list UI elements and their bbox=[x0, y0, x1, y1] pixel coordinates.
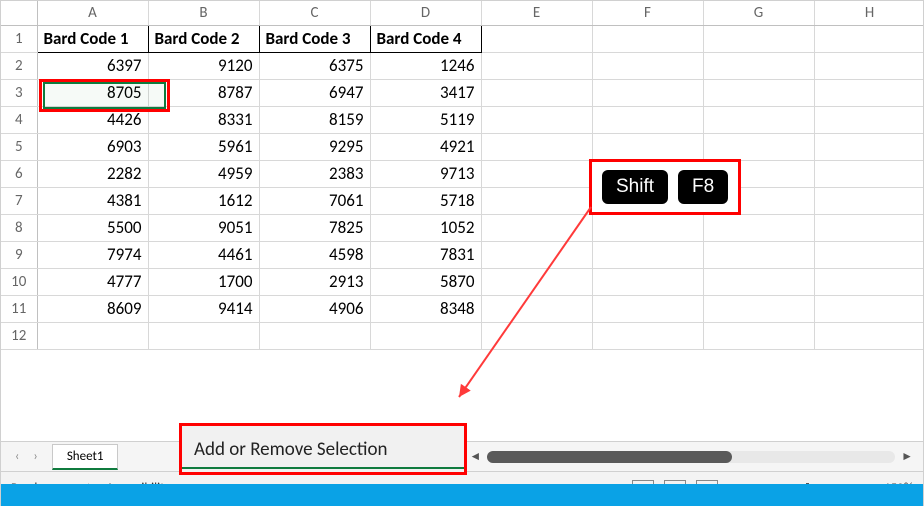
cell-A10[interactable]: 4777 bbox=[37, 268, 148, 295]
cell-C1[interactable]: Bard Code 3 bbox=[259, 25, 370, 52]
key-f8: F8 bbox=[678, 170, 728, 204]
cell-C5[interactable]: 9295 bbox=[259, 133, 370, 160]
select-all-corner[interactable] bbox=[1, 1, 37, 25]
cell-D2[interactable]: 1246 bbox=[370, 52, 481, 79]
cell-B8[interactable]: 9051 bbox=[148, 214, 259, 241]
row-header-10[interactable]: 10 bbox=[1, 268, 37, 295]
cell-B3[interactable]: 8787 bbox=[148, 79, 259, 106]
cell-D9[interactable]: 7831 bbox=[370, 241, 481, 268]
cell-C11[interactable]: 4906 bbox=[259, 295, 370, 322]
cell-A2[interactable]: 6397 bbox=[37, 52, 148, 79]
cell-B4[interactable]: 8331 bbox=[148, 106, 259, 133]
cell-D1[interactable]: Bard Code 4 bbox=[370, 25, 481, 52]
cell-C6[interactable]: 2383 bbox=[259, 160, 370, 187]
scroll-left-icon[interactable]: ◄ bbox=[469, 449, 481, 464]
cell-C7[interactable]: 7061 bbox=[259, 187, 370, 214]
row-header-7[interactable]: 7 bbox=[1, 187, 37, 214]
row-header-2[interactable]: 2 bbox=[1, 52, 37, 79]
worksheet-grid[interactable]: A B C D E F G H 1 Bard Code 1 Bard Code … bbox=[1, 1, 923, 441]
status-mode-text: Add or Remove Selection bbox=[194, 438, 388, 461]
row-header-9[interactable]: 9 bbox=[1, 241, 37, 268]
cell-D10[interactable]: 5870 bbox=[370, 268, 481, 295]
col-header-A[interactable]: A bbox=[37, 1, 148, 25]
cell-D11[interactable]: 8348 bbox=[370, 295, 481, 322]
cell-A9[interactable]: 7974 bbox=[37, 241, 148, 268]
cell-B2[interactable]: 9120 bbox=[148, 52, 259, 79]
cell-D7[interactable]: 5718 bbox=[370, 187, 481, 214]
row-header-5[interactable]: 5 bbox=[1, 133, 37, 160]
cell-B9[interactable]: 4461 bbox=[148, 241, 259, 268]
cell-C9[interactable]: 4598 bbox=[259, 241, 370, 268]
scrollbar-track[interactable] bbox=[487, 451, 895, 463]
taskbar-slice bbox=[1, 484, 923, 506]
col-header-C[interactable]: C bbox=[259, 1, 370, 25]
row-header-3[interactable]: 3 bbox=[1, 79, 37, 106]
key-shift: Shift bbox=[602, 170, 668, 204]
cell-A5[interactable]: 6903 bbox=[37, 133, 148, 160]
cell-D6[interactable]: 9713 bbox=[370, 160, 481, 187]
col-header-B[interactable]: B bbox=[148, 1, 259, 25]
annotation-keyboard-shortcut: Shift F8 bbox=[589, 159, 741, 215]
col-header-G[interactable]: G bbox=[703, 1, 814, 25]
annotation-status-mode-callout: Add or Remove Selection bbox=[179, 423, 467, 475]
cell-B7[interactable]: 1612 bbox=[148, 187, 259, 214]
cell-B10[interactable]: 1700 bbox=[148, 268, 259, 295]
col-header-E[interactable]: E bbox=[481, 1, 592, 25]
cell-D3[interactable]: 3417 bbox=[370, 79, 481, 106]
cell-A7[interactable]: 4381 bbox=[37, 187, 148, 214]
scroll-right-icon[interactable]: ► bbox=[901, 449, 913, 464]
cell-E1[interactable] bbox=[481, 25, 592, 52]
cell-A6[interactable]: 2282 bbox=[37, 160, 148, 187]
row-header-6[interactable]: 6 bbox=[1, 160, 37, 187]
cell-H1[interactable] bbox=[814, 25, 923, 52]
row-header-1[interactable]: 1 bbox=[1, 25, 37, 52]
cell-A4[interactable]: 4426 bbox=[37, 106, 148, 133]
col-header-H[interactable]: H bbox=[814, 1, 923, 25]
tab-nav-prev-icon[interactable]: ‹ bbox=[15, 449, 19, 464]
scrollbar-thumb[interactable] bbox=[487, 451, 732, 463]
horizontal-scrollbar[interactable]: ◄ ► bbox=[469, 449, 923, 464]
cell-A11[interactable]: 8609 bbox=[37, 295, 148, 322]
row-header-12[interactable]: 12 bbox=[1, 322, 37, 349]
cell-C10[interactable]: 2913 bbox=[259, 268, 370, 295]
cell-B1[interactable]: Bard Code 2 bbox=[148, 25, 259, 52]
col-header-D[interactable]: D bbox=[370, 1, 481, 25]
cell-B6[interactable]: 4959 bbox=[148, 160, 259, 187]
cell-D4[interactable]: 5119 bbox=[370, 106, 481, 133]
row-header-11[interactable]: 11 bbox=[1, 295, 37, 322]
cell-G1[interactable] bbox=[703, 25, 814, 52]
cell-D5[interactable]: 4921 bbox=[370, 133, 481, 160]
cell-A8[interactable]: 5500 bbox=[37, 214, 148, 241]
tab-nav-next-icon[interactable]: › bbox=[33, 449, 37, 464]
cell-A1[interactable]: Bard Code 1 bbox=[37, 25, 148, 52]
row-header-8[interactable]: 8 bbox=[1, 214, 37, 241]
cell-F1[interactable] bbox=[592, 25, 703, 52]
cell-B11[interactable]: 9414 bbox=[148, 295, 259, 322]
sheet-tab-sheet1[interactable]: Sheet1 bbox=[52, 444, 119, 470]
cell-B5[interactable]: 5961 bbox=[148, 133, 259, 160]
cell-C3[interactable]: 6947 bbox=[259, 79, 370, 106]
cell-A3[interactable]: 8705 bbox=[37, 79, 148, 106]
cell-C4[interactable]: 8159 bbox=[259, 106, 370, 133]
cell-C8[interactable]: 7825 bbox=[259, 214, 370, 241]
row-header-4[interactable]: 4 bbox=[1, 106, 37, 133]
cell-C2[interactable]: 6375 bbox=[259, 52, 370, 79]
cell-D8[interactable]: 1052 bbox=[370, 214, 481, 241]
col-header-F[interactable]: F bbox=[592, 1, 703, 25]
